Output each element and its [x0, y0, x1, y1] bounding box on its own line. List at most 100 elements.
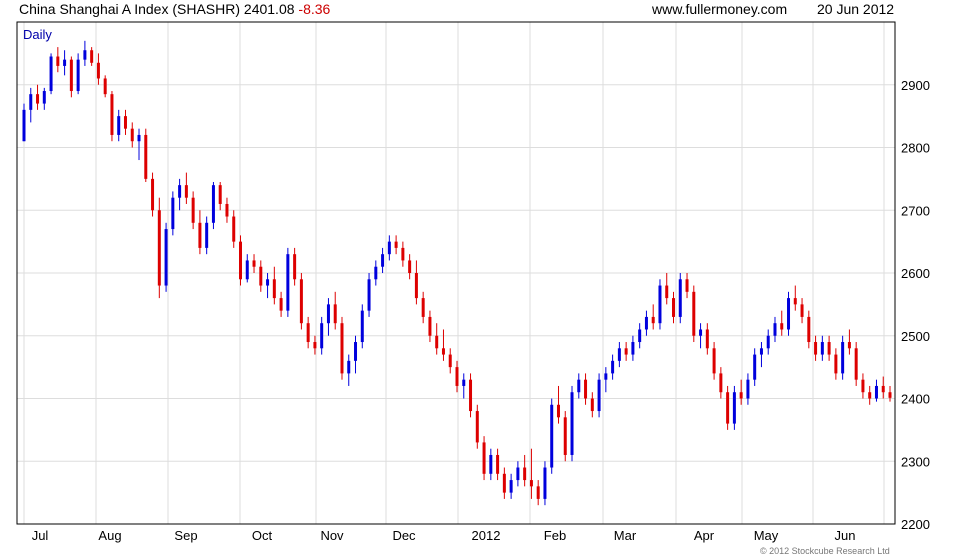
candle-body	[414, 273, 418, 299]
candle-body	[638, 329, 642, 343]
candlestick-bar	[326, 298, 330, 336]
candlestick-bar	[475, 404, 479, 449]
candlestick-bar	[793, 285, 797, 311]
candle-body	[354, 342, 358, 361]
candle-body	[854, 348, 858, 380]
candlestick-bar	[496, 448, 500, 481]
candle-body	[184, 185, 188, 198]
candle-body	[259, 266, 263, 286]
candlestick-bar	[509, 473, 513, 499]
candle-body	[489, 454, 493, 474]
candle-body	[198, 222, 202, 248]
candle-body	[584, 379, 588, 399]
candle-body	[130, 128, 134, 142]
candlestick-bar	[428, 310, 432, 343]
x-tick-label: Apr	[694, 528, 715, 543]
candle-body	[56, 56, 60, 66]
candlestick-bar	[861, 373, 865, 399]
candlestick-bar	[489, 448, 493, 481]
candlestick-bar	[800, 298, 804, 324]
candle-body	[293, 254, 297, 280]
candle-body	[672, 298, 675, 317]
candle-body	[753, 354, 757, 380]
candlestick-bar	[712, 342, 716, 380]
candle-body	[678, 279, 682, 317]
candlestick-bar	[401, 241, 405, 267]
y-tick-label: 2600	[901, 266, 930, 281]
candlestick-bar	[658, 279, 662, 330]
x-tick-label: Sep	[174, 528, 197, 543]
candlestick-bar	[536, 480, 540, 506]
candlestick-bar	[110, 91, 114, 142]
candlestick-bar	[617, 342, 621, 368]
candlestick-bar	[340, 316, 344, 380]
candle-body	[692, 291, 696, 336]
candle-body	[624, 348, 628, 355]
candle-body	[496, 454, 500, 474]
x-tick-label: Mar	[614, 528, 637, 543]
candlestick-bar	[144, 128, 148, 183]
candlestick-bar	[320, 316, 324, 355]
candle-body	[739, 392, 743, 399]
candle-body	[577, 379, 581, 393]
y-tick-label: 2300	[901, 454, 930, 469]
candlestick-bar	[96, 53, 100, 85]
candlestick-bar	[367, 273, 371, 317]
candle-body	[36, 94, 40, 104]
candle-body	[651, 316, 655, 324]
candle-body	[191, 197, 195, 223]
candle-body	[232, 216, 236, 242]
candle-body	[266, 279, 270, 286]
candle-body	[360, 310, 364, 343]
candlestick-bar	[184, 172, 188, 204]
y-tick-label: 2200	[901, 517, 930, 532]
candlestick-bar	[76, 53, 80, 95]
candlestick-bar	[164, 222, 168, 292]
candle-body	[367, 279, 371, 311]
candlestick-bar	[888, 385, 892, 402]
candle-body	[847, 342, 851, 349]
candlestick-bar	[49, 53, 53, 95]
y-tick-label: 2800	[901, 141, 930, 156]
candle-body	[699, 329, 703, 336]
candlestick-bar	[699, 323, 703, 349]
candlestick-bar	[746, 373, 750, 405]
candlestick-bar	[157, 197, 161, 299]
candlestick-bar	[834, 348, 838, 380]
candle-body	[529, 480, 533, 487]
candlestick-bar	[63, 50, 67, 76]
candle-body	[820, 342, 824, 355]
candlestick-bar	[590, 392, 594, 418]
candle-body	[90, 50, 94, 63]
candlestick-bar	[259, 260, 263, 292]
x-tick-label: Jul	[32, 528, 49, 543]
candle-body	[110, 94, 114, 135]
candle-body	[171, 197, 175, 230]
candlestick-bar	[550, 398, 554, 474]
candle-body	[320, 323, 324, 349]
candlestick-bar	[421, 291, 425, 324]
candlestick-bar	[631, 335, 635, 361]
x-tick-label: Jun	[835, 528, 856, 543]
candlestick-bar	[874, 379, 878, 402]
candle-body	[726, 392, 730, 424]
candlestick-bar	[604, 367, 608, 393]
candlestick-bar	[726, 385, 730, 430]
candle-body	[205, 222, 209, 248]
candle-body	[881, 385, 885, 393]
candlestick-bar	[719, 367, 723, 399]
candle-body	[563, 417, 567, 455]
candlestick-bar	[239, 235, 242, 286]
candle-body	[333, 304, 337, 324]
candlestick-bar	[218, 182, 222, 211]
candle-body	[347, 360, 351, 374]
candle-body	[807, 316, 811, 343]
candle-body	[604, 373, 608, 380]
candle-body	[279, 298, 283, 311]
candle-body	[509, 480, 513, 493]
candlestick-bar	[272, 266, 276, 305]
candlestick-bar	[685, 273, 689, 299]
candlestick-bar	[523, 454, 527, 487]
candle-body	[462, 379, 466, 386]
candlestick-bar	[299, 273, 303, 330]
